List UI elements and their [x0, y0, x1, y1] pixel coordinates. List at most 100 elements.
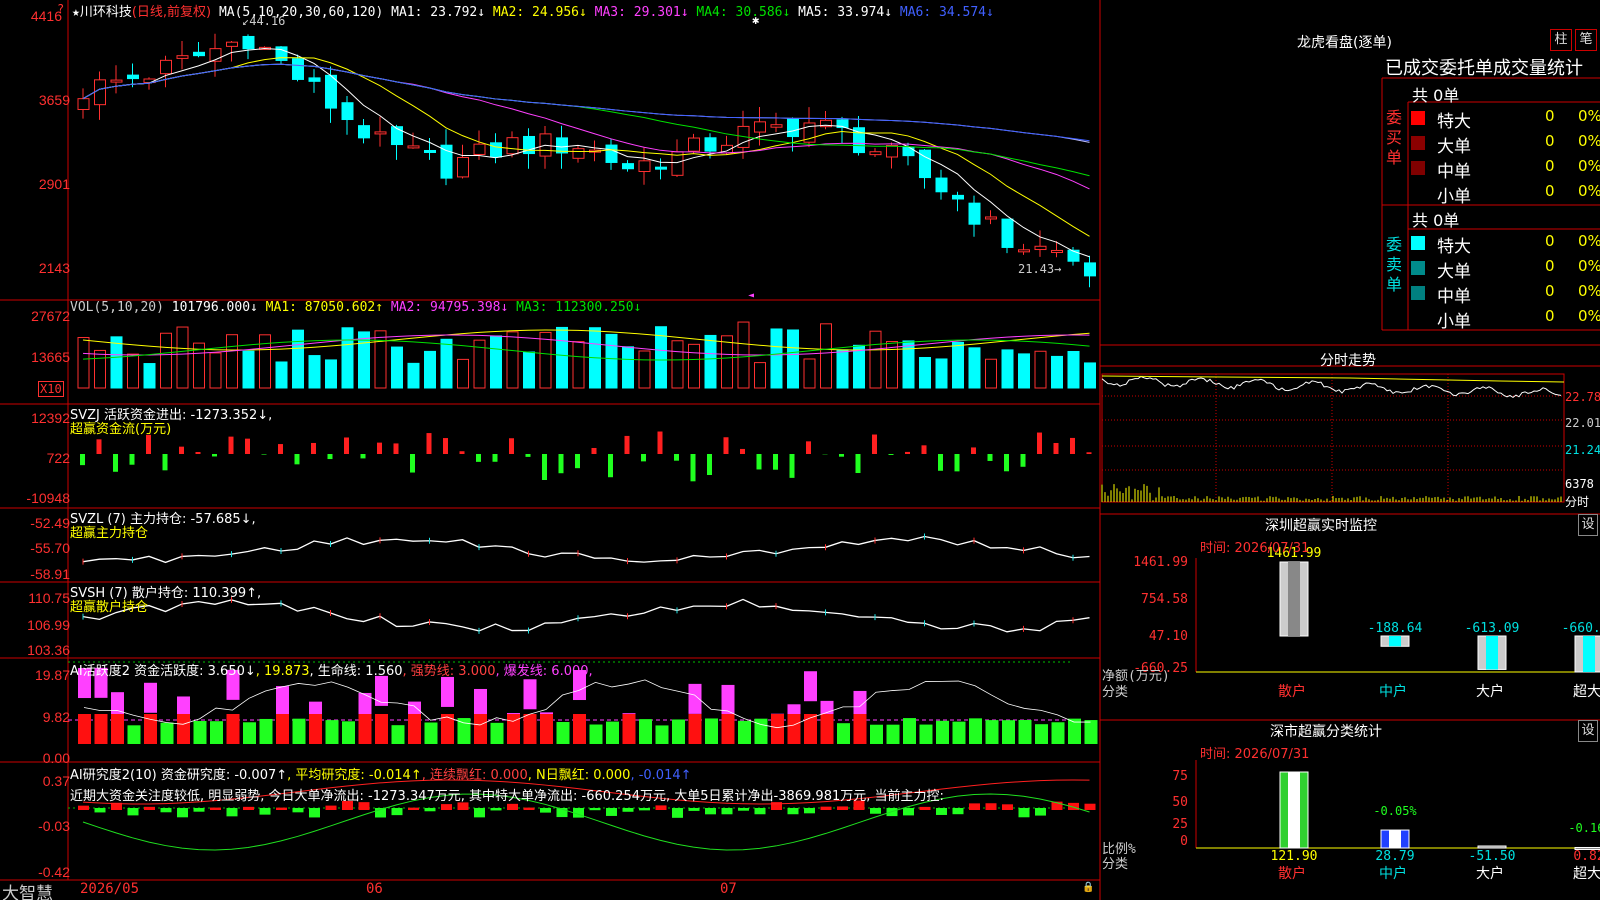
holding-line — [82, 598, 1090, 633]
activity-bar — [408, 714, 421, 744]
indicator-value: MA3: 112300.250↓ — [508, 300, 642, 315]
lock-icon[interactable]: 🔒 — [1082, 882, 1094, 893]
activity-bar — [127, 725, 141, 744]
star-icon[interactable]: ★ — [72, 5, 80, 20]
indicator-value: , 平均研究度: -0.014↑ — [287, 768, 422, 783]
activity-bar — [160, 722, 174, 744]
bar-mode-button[interactable]: 柱 — [1550, 29, 1572, 51]
date-label: 06 — [366, 881, 383, 897]
activity-bar — [342, 721, 355, 744]
ai-activity-header: AI活跃度2 资金活跃度: 3.650↓, 19.873, 生命线: 1.560… — [70, 660, 593, 679]
candle — [952, 194, 964, 200]
volume-bar — [556, 326, 568, 389]
activity-bar — [655, 725, 669, 744]
order-total: 共 0单 — [1412, 86, 1460, 105]
flow-bar — [1070, 437, 1075, 454]
order-size-label: 特大 — [1437, 112, 1471, 132]
ai-research-note: 近期大资金关注度较低, 明显弱势, 今日大单净流出: -1273.347万元, … — [70, 789, 944, 804]
indicator-value: MA2: 94795.398↓ — [383, 300, 509, 315]
shenzhen-monitor-chart[interactable]: 1461.99754.5847.10-660.251461.99-188.64-… — [1100, 514, 1600, 714]
candle — [638, 160, 651, 173]
activity-bar — [259, 718, 273, 744]
volume-bar — [341, 327, 354, 389]
flow-bar — [987, 454, 993, 461]
price-high-mark: ↙44.16 — [242, 14, 286, 28]
research-bar — [919, 806, 931, 810]
sz-class-settings-button[interactable]: 设 — [1578, 720, 1598, 742]
volume-bar — [209, 352, 222, 389]
ai1-axis-label: 0.00 — [42, 750, 70, 766]
activity-bar — [969, 718, 982, 744]
activity-bar — [523, 679, 537, 710]
candle — [1018, 249, 1030, 253]
volume-bar — [836, 349, 849, 389]
ratio-label: -0.16% — [1568, 821, 1600, 835]
flow-bar — [608, 454, 613, 478]
candle — [1001, 218, 1014, 248]
candle — [655, 166, 667, 170]
tick-mode-button[interactable]: 笔 — [1575, 29, 1597, 51]
shenzhen-class-chart[interactable]: 75 50 25 0 121.90 28.79 -51.50 0.82 散户 中户 大户 超大 比例%分… — [1100, 720, 1600, 900]
volume-bar — [143, 363, 156, 389]
activity-bar — [1035, 724, 1048, 744]
research-bar — [1018, 808, 1030, 818]
indicator-value: , 生命线: 1.560 — [309, 664, 403, 679]
lhb-title: 龙虎看盘(逐单) — [1297, 35, 1392, 51]
candle — [325, 74, 337, 109]
flow-bar — [624, 435, 630, 454]
volume-bar — [803, 358, 816, 389]
research-bar — [804, 808, 815, 814]
flow-bar — [542, 454, 547, 481]
flow-bar — [212, 454, 217, 457]
research-bar — [721, 808, 733, 815]
svsh-axis-label: 103.36 — [27, 642, 70, 658]
flow-bar — [492, 454, 498, 462]
trading-terminal: ✱ ◄ ★川环科技(日线,前复权) MA(5,10,20,30,60,120) M… — [0, 0, 1600, 900]
research-bar — [837, 806, 848, 810]
volume-bar — [259, 334, 271, 389]
volume-bar — [770, 328, 783, 389]
flow-bar — [1086, 452, 1092, 454]
volume-bar — [490, 335, 502, 389]
candle — [869, 151, 882, 156]
sz-monitor-settings-button[interactable]: 设 — [1578, 514, 1598, 536]
indicator-value: AI活跃度2 资金活跃度: 3.650↓ — [70, 664, 256, 679]
svzj-sub: 超赢资金流(万元) — [70, 422, 172, 437]
research-bar — [903, 808, 914, 816]
activity-bar — [309, 714, 322, 744]
volume-chart[interactable] — [0, 300, 1100, 400]
candle — [902, 146, 915, 157]
vol-unit[interactable]: X10 — [38, 381, 64, 397]
activity-bar — [754, 718, 768, 744]
activity-bar — [738, 720, 751, 744]
flow-bar — [113, 454, 118, 472]
ma-line — [82, 63, 1090, 177]
flow-bar — [509, 438, 514, 454]
research-bar — [655, 805, 667, 810]
research-bar — [408, 807, 419, 810]
volume-bar — [919, 356, 931, 389]
flow-bar — [1053, 443, 1059, 454]
vol-axis-label: 13665 — [31, 349, 70, 365]
research-bar — [1002, 804, 1013, 810]
candlestick-chart[interactable]: ✱◄ — [0, 0, 1100, 300]
svzj-axis-label: -10948 — [26, 490, 70, 506]
candle — [1034, 245, 1047, 251]
volume-bar — [886, 341, 898, 389]
flow-bar — [558, 454, 564, 474]
date-label: 07 — [720, 881, 737, 897]
volume-bar — [226, 334, 238, 389]
research-bar — [243, 806, 254, 810]
intraday-chart[interactable] — [1100, 366, 1600, 511]
flow-bar — [245, 438, 250, 454]
category-bar-inner — [1389, 830, 1401, 848]
volume-bar — [506, 331, 519, 389]
indicator-value: , 连续飘红: 0.000 — [421, 768, 528, 783]
candle — [1067, 249, 1080, 262]
research-bar — [292, 808, 304, 813]
category-bar-inner — [1583, 636, 1595, 672]
flow-bar — [476, 454, 481, 462]
research-bar — [589, 808, 601, 811]
category-bar-inner — [1288, 562, 1300, 636]
research-bar — [160, 808, 172, 813]
